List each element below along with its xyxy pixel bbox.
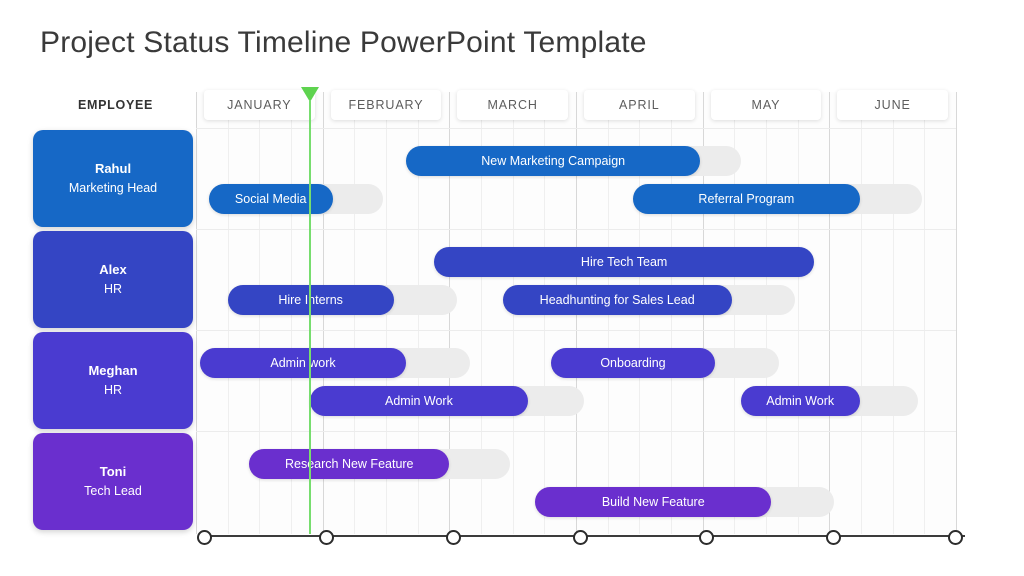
month-gridline bbox=[196, 92, 197, 534]
task-bar-label: Onboarding bbox=[600, 356, 666, 370]
task-bar-label: Social Media bbox=[234, 192, 307, 206]
employee-role: HR bbox=[103, 281, 123, 296]
employee-card-alex[interactable]: Alex HR bbox=[33, 231, 193, 328]
task-bar[interactable]: Hire Tech Team bbox=[434, 247, 815, 277]
employee-name: Rahul bbox=[94, 161, 132, 177]
month-tab-january[interactable]: JANUARY bbox=[204, 90, 315, 120]
task-bar-label: New Marketing Campaign bbox=[481, 154, 626, 168]
month-tab-label: FEBRUARY bbox=[348, 98, 424, 112]
task-bar[interactable]: Referral Program bbox=[633, 184, 860, 214]
task-bar-label: Admin Work bbox=[385, 394, 453, 408]
week-gridline bbox=[924, 92, 926, 534]
employee-name: Toni bbox=[99, 464, 127, 480]
month-tab-label: MAY bbox=[751, 98, 781, 112]
today-marker-line bbox=[309, 100, 311, 534]
month-tab-label: MARCH bbox=[487, 98, 538, 112]
employee-name: Meghan bbox=[88, 363, 138, 379]
task-bar-label: Headhunting for Sales Lead bbox=[539, 293, 695, 307]
task-bar[interactable]: Admin Work bbox=[740, 386, 860, 416]
employee-name: Alex bbox=[99, 262, 127, 278]
task-bar[interactable]: Research New Feature bbox=[249, 449, 450, 479]
month-tab-february[interactable]: FEBRUARY bbox=[330, 90, 442, 120]
page-title: Project Status Timeline PowerPoint Templ… bbox=[40, 26, 647, 59]
timeline-axis-dot[interactable] bbox=[445, 530, 461, 545]
task-bar[interactable]: Headhunting for Sales Lead bbox=[502, 285, 732, 315]
timeline-axis-dot[interactable] bbox=[699, 530, 715, 545]
slide-canvas: Project Status Timeline PowerPoint Templ… bbox=[0, 0, 1024, 576]
task-bar[interactable]: Social Media bbox=[208, 184, 333, 214]
timeline-axis-dot[interactable] bbox=[197, 530, 212, 545]
month-gridline bbox=[829, 92, 831, 534]
month-tab-may[interactable]: MAY bbox=[710, 90, 822, 120]
task-bar-label: Admin work bbox=[270, 356, 336, 370]
week-gridline bbox=[861, 92, 862, 534]
employee-card-rahul[interactable]: Rahul Marketing Head bbox=[33, 130, 193, 227]
task-bar-label: Referral Program bbox=[698, 192, 795, 206]
month-tab-june[interactable]: JUNE bbox=[837, 90, 948, 120]
timeline-axis-dot[interactable] bbox=[319, 530, 335, 545]
employee-card-toni[interactable]: Toni Tech Lead bbox=[33, 433, 193, 530]
employee-role: Marketing Head bbox=[68, 180, 158, 195]
employee-role: HR bbox=[103, 382, 123, 397]
month-tab-march[interactable]: MARCH bbox=[457, 90, 568, 120]
month-tab-label: APRIL bbox=[619, 98, 660, 112]
week-gridline bbox=[227, 92, 229, 534]
timeline-axis-dot[interactable] bbox=[825, 530, 841, 545]
timeline-axis-dot[interactable] bbox=[572, 530, 588, 545]
task-bar[interactable]: Admin work bbox=[199, 348, 407, 378]
month-gridline bbox=[956, 92, 957, 534]
task-bar[interactable]: Onboarding bbox=[550, 348, 716, 378]
timeline-axis-dot[interactable] bbox=[948, 530, 963, 545]
week-gridline bbox=[797, 92, 799, 534]
task-bar-label: Build New Feature bbox=[601, 495, 705, 509]
week-gridline bbox=[892, 92, 894, 534]
month-tab-label: JUNE bbox=[874, 98, 911, 112]
task-bar-label: Admin Work bbox=[766, 394, 835, 408]
task-bar[interactable]: Build New Feature bbox=[535, 487, 772, 517]
task-bar-label: Research New Feature bbox=[284, 457, 414, 471]
month-tab-label: JANUARY bbox=[227, 98, 292, 112]
task-bar[interactable]: Admin Work bbox=[310, 386, 528, 416]
task-bar-label: Hire Tech Team bbox=[580, 255, 668, 269]
task-bar[interactable]: New Marketing Campaign bbox=[406, 146, 701, 176]
employee-card-meghan[interactable]: Meghan HR bbox=[33, 332, 193, 429]
employee-column-header: EMPLOYEE bbox=[78, 98, 154, 112]
month-tab-april[interactable]: APRIL bbox=[584, 90, 695, 120]
employee-role: Tech Lead bbox=[84, 483, 142, 498]
